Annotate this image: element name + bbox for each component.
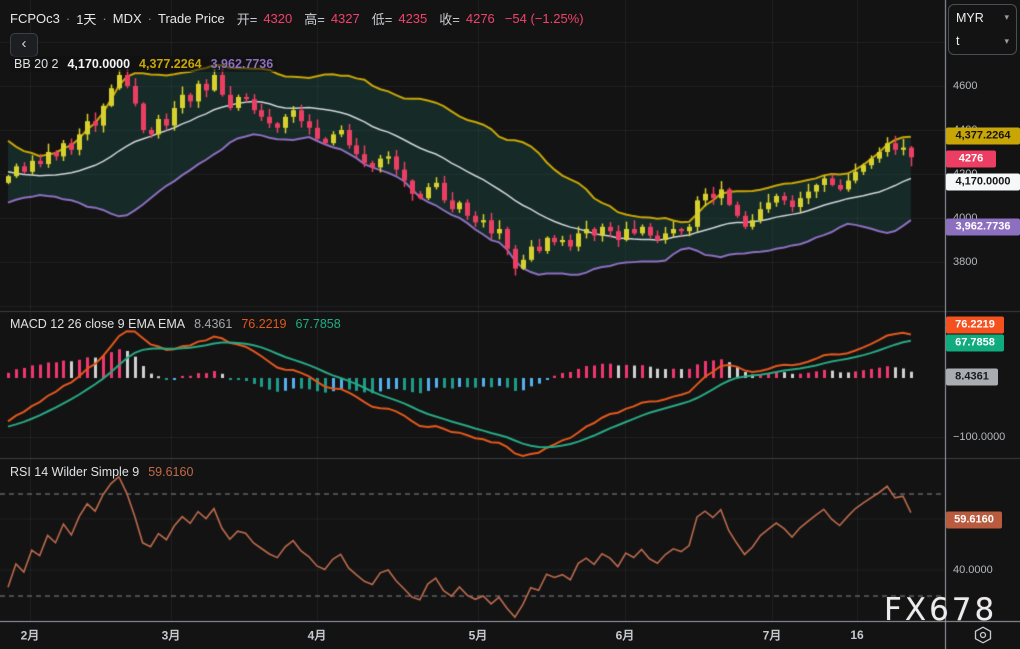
- currency-dropdown[interactable]: MYR ▾: [949, 7, 1016, 28]
- price-scale[interactable]: 46004400420040003800−100.000040.00004,37…: [946, 0, 1020, 649]
- high-value: 4327: [331, 11, 360, 26]
- bb-lower-price-label: 3,962.7736: [946, 219, 1020, 236]
- time-tick: 3月: [162, 627, 181, 644]
- time-tick: 5月: [469, 627, 488, 644]
- change-value: −54 (−1.25%): [505, 11, 584, 26]
- rsi-value: 59.6160: [148, 465, 193, 479]
- bb-basis-value: 4,170.0000: [67, 57, 130, 71]
- bb-upper-price-label: 4,377.2264: [946, 128, 1020, 145]
- bb-legend: BB 20 2 4,170.0000 4,377.2264 3,962.7736: [10, 56, 277, 72]
- rsi-tick: 40.0000: [953, 564, 993, 576]
- close-value: 4276: [466, 11, 495, 26]
- macd-legend: MACD 12 26 close 9 EMA EMA 8.4361 76.221…: [10, 317, 341, 331]
- series-type: Trade Price: [158, 11, 225, 26]
- watermark: FX678: [884, 592, 997, 628]
- open-label: 开=: [237, 9, 258, 28]
- macd-hist-value: 8.4361: [194, 317, 232, 331]
- chevron-down-icon: ▾: [1004, 12, 1009, 23]
- chevron-down-icon: ▾: [1004, 36, 1009, 47]
- macd-signal-value: 67.7858: [296, 317, 341, 331]
- unit-value: t: [956, 34, 959, 48]
- separator-dot: ·: [102, 11, 106, 26]
- macd-line-label: 76.2219: [946, 317, 1004, 334]
- time-tick: 7月: [763, 627, 782, 644]
- rsi-legend: RSI 14 Wilder Simple 9 59.6160: [10, 465, 193, 479]
- close-label: 收=: [439, 9, 460, 28]
- scale-unit-box: MYR ▾ t ▾: [948, 4, 1017, 55]
- currency-value: MYR: [956, 11, 984, 25]
- time-tick: 6月: [616, 627, 635, 644]
- price-tick: 3800: [953, 256, 977, 268]
- macd-line-value: 76.2219: [241, 317, 286, 331]
- open-value: 4320: [263, 11, 292, 26]
- bb-title: BB 20 2: [14, 57, 58, 71]
- macd-signal-label: 67.7858: [946, 335, 1004, 352]
- price-tick: 4600: [953, 80, 977, 92]
- macd-hist-label: 8.4361: [946, 369, 998, 386]
- bb-basis-price-label: 4,170.0000: [946, 174, 1020, 191]
- low-label: 低=: [372, 9, 393, 28]
- time-tick: 2月: [21, 627, 40, 644]
- bb-upper-value: 4,377.2264: [139, 57, 202, 71]
- separator-dot: ·: [148, 11, 152, 26]
- time-scale[interactable]: 2月 3月 4月 5月 6月 7月 16: [0, 621, 1020, 649]
- macd-tick: −100.0000: [953, 431, 1005, 443]
- macd-title: MACD 12 26 close 9 EMA EMA: [10, 317, 185, 331]
- symbol-name[interactable]: FCPOc3: [10, 11, 60, 26]
- unit-dropdown[interactable]: t ▾: [949, 31, 1016, 52]
- back-button[interactable]: ‹: [10, 33, 38, 57]
- exchange: MDX: [113, 11, 142, 26]
- time-tick: 4月: [308, 627, 327, 644]
- bb-lower-value: 3,962.7736: [211, 57, 274, 71]
- chart-app: FCPOc3 · 1天 · MDX · Trade Price 开= 4320 高…: [0, 0, 1020, 649]
- interval[interactable]: 1天: [76, 9, 96, 28]
- time-tick: 16: [850, 628, 863, 642]
- rsi-title: RSI 14 Wilder Simple 9: [10, 465, 139, 479]
- high-label: 高=: [304, 9, 325, 28]
- last-price-label: 4276: [946, 151, 996, 168]
- back-icon: ‹: [22, 35, 27, 52]
- rsi-value-label: 59.6160: [946, 512, 1002, 529]
- symbol-header: FCPOc3 · 1天 · MDX · Trade Price 开= 4320 高…: [10, 9, 584, 28]
- separator-dot: ·: [66, 11, 70, 26]
- low-value: 4235: [398, 11, 427, 26]
